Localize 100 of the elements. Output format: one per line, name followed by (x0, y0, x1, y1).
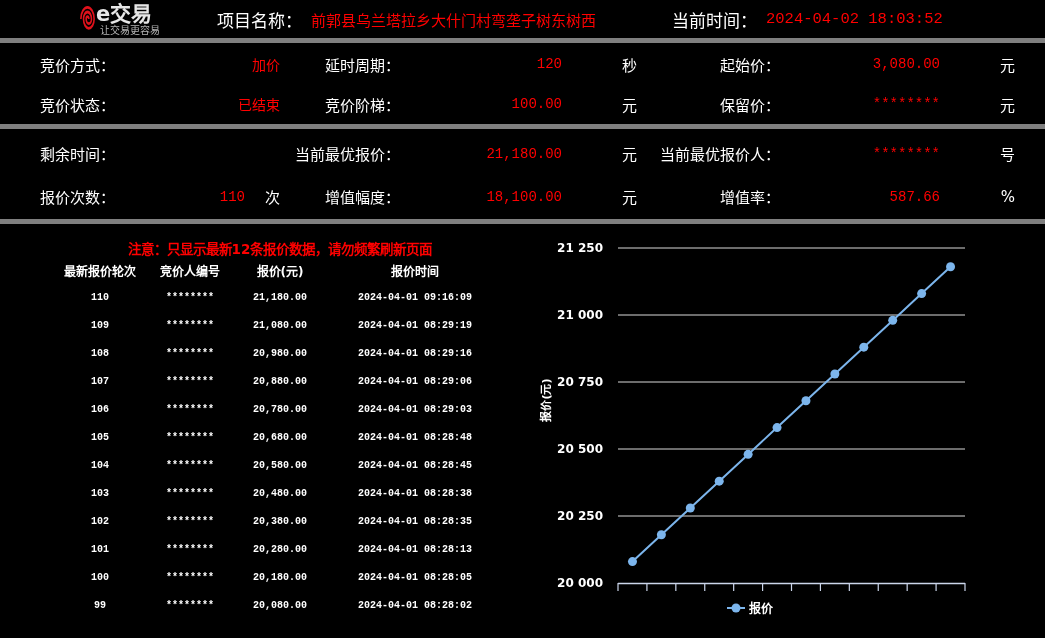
y-tick-label: 20 250 (557, 509, 603, 523)
y-tick-label: 20 500 (557, 442, 603, 456)
field-value: 21,180.00 (486, 145, 562, 162)
table-cell: 20,380.00 (253, 515, 307, 527)
field-unit: 元 (1000, 55, 1015, 75)
table-cell: 20,080.00 (253, 599, 307, 611)
spiral-logo-icon (80, 5, 95, 33)
field-unit: 秒 (622, 55, 637, 75)
table-cell: 2024-04-01 08:28:05 (358, 571, 472, 583)
field-unit: 元 (622, 188, 637, 207)
column-header: 最新报价轮次 (64, 263, 136, 279)
field-unit: % (1000, 187, 1015, 206)
y-tick-label: 21 000 (557, 308, 603, 322)
table-cell: 108 (91, 347, 109, 359)
field-label: 起始价： (720, 55, 780, 75)
data-point (772, 423, 782, 433)
table-cell: ******** (166, 515, 214, 527)
table-cell: ******** (166, 291, 214, 303)
field-value: ******** (872, 145, 940, 162)
column-header: 报价(元) (256, 263, 304, 279)
field-label: 报价次数： (40, 188, 115, 207)
data-point (946, 262, 956, 272)
field-value: 18,100.00 (486, 188, 562, 205)
notice-text: 注意：只显示最新12条报价数据，请勿频繁刷新页面 (127, 240, 433, 258)
y-tick-label: 21 250 (557, 241, 603, 255)
data-point (685, 503, 695, 513)
table-cell: 2024-04-01 08:28:13 (358, 543, 472, 555)
table-cell: 106 (91, 403, 109, 415)
data-point (801, 396, 811, 406)
table-cell: 20,180.00 (253, 571, 307, 583)
field-label: 竞价阶梯： (325, 95, 400, 115)
field-label: 增值幅度： (325, 188, 400, 207)
table-cell: 2024-04-01 08:29:03 (358, 403, 472, 415)
table-cell: 2024-04-01 08:29:06 (358, 375, 472, 387)
table-cell: ******** (166, 571, 214, 583)
field-value: ******** (872, 96, 940, 112)
data-point (656, 530, 666, 540)
table-cell: ******** (166, 431, 214, 443)
logo-slogan: 让交易更容易 (100, 24, 160, 36)
column-header: 竞价人编号 (160, 263, 220, 279)
table-cell: 2024-04-01 08:28:45 (358, 459, 472, 471)
table-cell: 21,080.00 (253, 319, 307, 331)
logo-text: e交易 (96, 2, 153, 25)
field-value: 100.00 (511, 96, 562, 112)
table-cell: 20,580.00 (253, 459, 307, 471)
field-label: 竞价方式： (40, 55, 115, 75)
current-time: 2024-04-02 18:03:52 (766, 10, 943, 28)
table-cell: 105 (91, 431, 109, 443)
field-label: 竞价状态： (40, 95, 115, 115)
table-cell: ******** (166, 487, 214, 499)
table-cell: ******** (166, 347, 214, 359)
table-cell: 20,780.00 (253, 403, 307, 415)
data-point (714, 476, 724, 486)
table-cell: 2024-04-01 08:28:38 (358, 487, 472, 499)
time-label: 当前时间： (672, 9, 757, 32)
data-point (917, 289, 927, 299)
project-label: 项目名称： (217, 9, 302, 32)
table-cell: 102 (91, 515, 109, 527)
table-cell: 107 (91, 375, 109, 387)
table-cell: 2024-04-01 08:29:19 (358, 319, 472, 331)
table-cell: 20,880.00 (253, 375, 307, 387)
field-unit: 次 (265, 188, 280, 207)
table-cell: 109 (91, 319, 109, 331)
legend-label: 报价 (749, 602, 773, 616)
table-cell: 2024-04-01 08:28:02 (358, 599, 472, 611)
table-cell: 101 (91, 543, 109, 555)
field-value: 3,080.00 (872, 56, 940, 72)
y-tick-label: 20 000 (557, 576, 603, 590)
axis-title: 报价(元) (540, 378, 553, 422)
table-cell: 21,180.00 (253, 291, 307, 303)
data-point (859, 342, 869, 352)
data-point (743, 449, 753, 459)
table-cell: ******** (166, 459, 214, 471)
table-cell: 2024-04-01 08:28:48 (358, 431, 472, 443)
field-unit: 元 (622, 145, 637, 164)
field-unit: 元 (1000, 95, 1015, 115)
table-cell: 20,980.00 (253, 347, 307, 359)
field-label: 增值率： (720, 188, 780, 207)
table-cell: 2024-04-01 09:16:09 (358, 291, 472, 303)
field-label: 当前最优报价： (295, 145, 400, 164)
y-tick-label: 20 750 (557, 375, 603, 389)
table-cell: ******** (166, 403, 214, 415)
data-point (627, 557, 637, 567)
field-value: 已结束 (238, 97, 280, 114)
field-label: 保留价： (720, 95, 780, 115)
table-cell: 103 (91, 487, 109, 499)
field-value: 120 (536, 56, 562, 72)
table-cell: ******** (166, 375, 214, 387)
data-point (830, 369, 840, 379)
table-cell: 100 (91, 571, 109, 583)
field-value: 加价 (252, 57, 280, 74)
table-cell: ******** (166, 319, 214, 331)
table-cell: ******** (166, 599, 214, 611)
table-cell: 2024-04-01 08:29:16 (358, 347, 472, 359)
field-unit: 元 (622, 95, 637, 115)
table-cell: 99 (94, 599, 106, 611)
table-cell: 110 (91, 291, 109, 303)
field-label: 剩余时间： (40, 145, 115, 164)
field-value: 110 (219, 188, 245, 205)
table-cell: 20,680.00 (253, 431, 307, 443)
